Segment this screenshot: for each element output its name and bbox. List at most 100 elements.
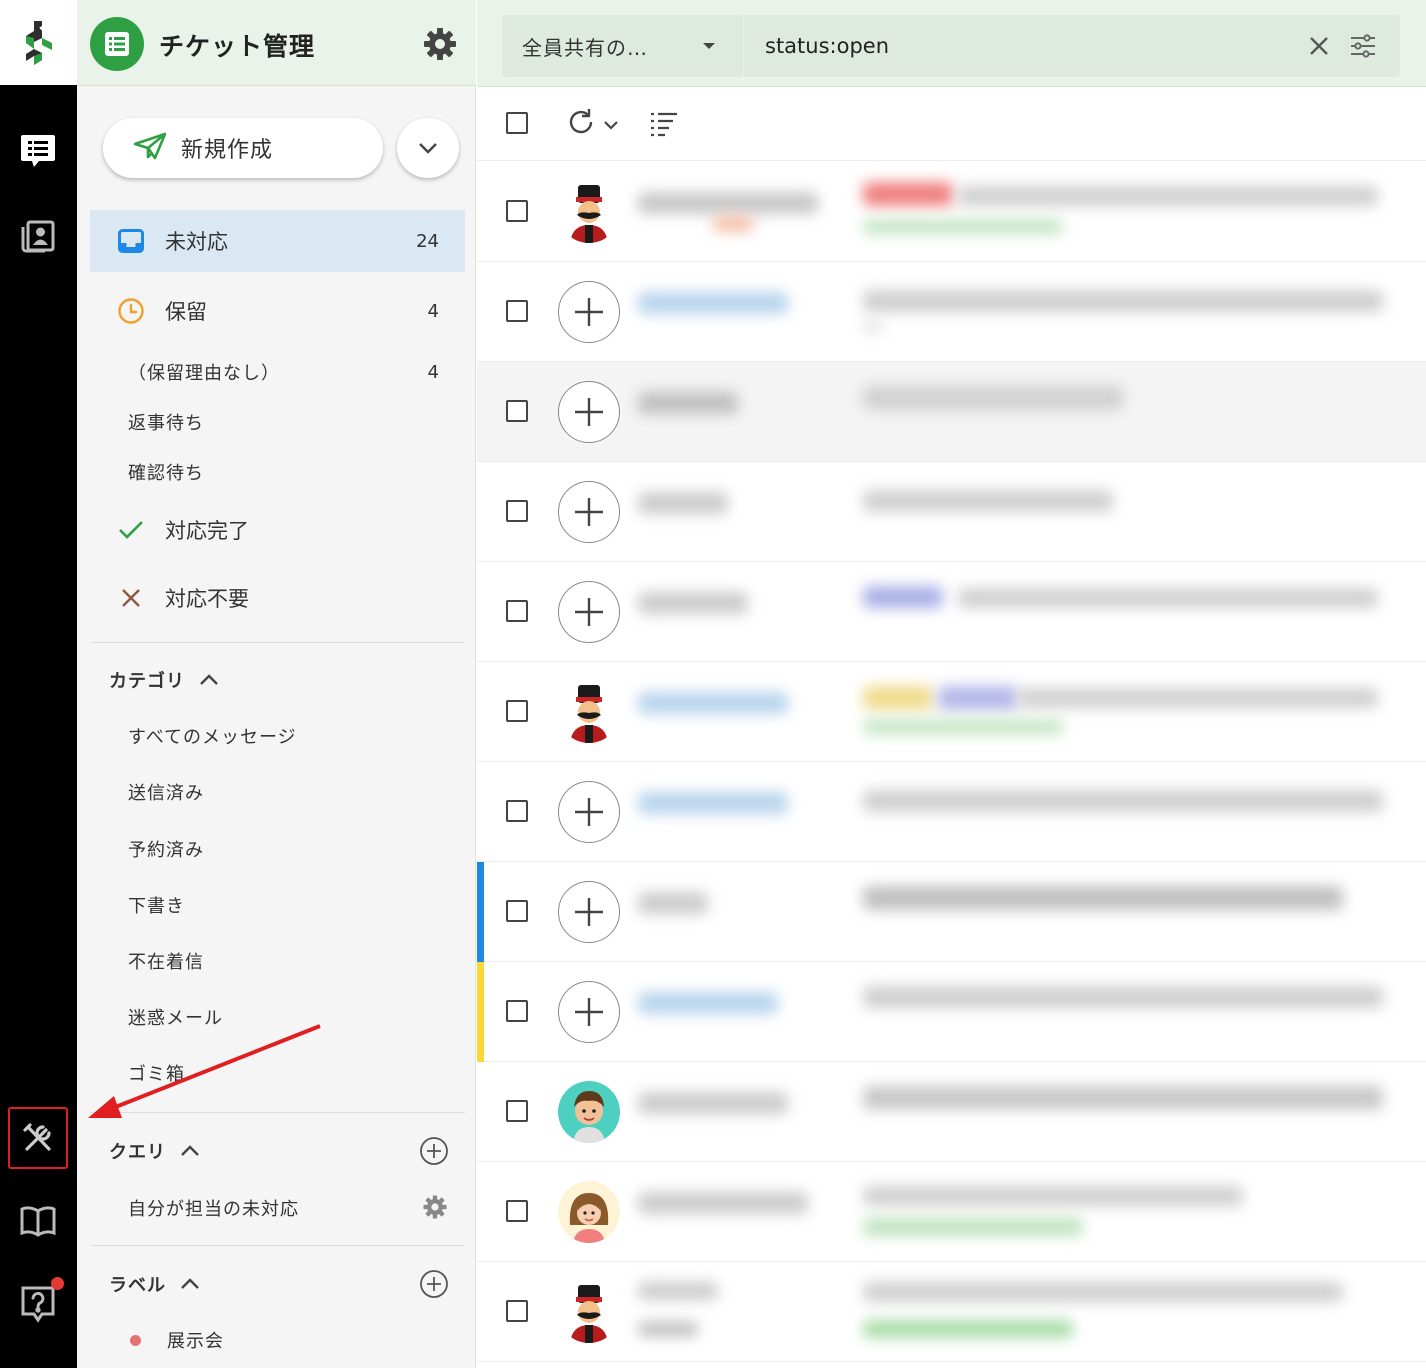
nav-item-unhandled[interactable]: 未対応 24 <box>90 210 465 272</box>
row-checkbox[interactable] <box>506 500 528 522</box>
blurred-ticket-preview <box>618 862 1426 962</box>
assign-user-button[interactable] <box>558 481 620 543</box>
blurred-ticket-preview <box>618 362 1426 462</box>
row-checkbox[interactable] <box>506 200 528 222</box>
send-icon <box>133 132 167 164</box>
ticket-row[interactable] <box>477 762 1426 862</box>
label-name: 展示会 <box>167 1331 224 1352</box>
blurred-text-block <box>863 1282 1343 1302</box>
ticket-row[interactable] <box>477 1162 1426 1262</box>
blurred-ticket-preview <box>618 962 1426 1062</box>
category-scheduled[interactable]: 予約済み <box>128 829 448 869</box>
row-checkbox[interactable] <box>506 300 528 322</box>
blurred-ticket-preview <box>618 1162 1426 1262</box>
assign-user-button[interactable] <box>558 381 620 443</box>
close-icon <box>116 583 146 613</box>
nav-item-resolved[interactable]: 対応完了 <box>90 500 465 560</box>
list-toolbar <box>477 87 1426 161</box>
search-input[interactable] <box>746 15 1286 77</box>
rail-contacts-button[interactable] <box>8 203 68 265</box>
nav-label: （保留理由なし） <box>128 363 280 384</box>
row-checkbox[interactable] <box>506 400 528 422</box>
rail-help-button[interactable] <box>8 1273 68 1335</box>
label-section-header[interactable]: ラベル <box>109 1264 449 1304</box>
sort-list-icon[interactable] <box>648 109 680 139</box>
new-ticket-dropdown-button[interactable] <box>397 118 459 178</box>
view-select-dropdown[interactable]: 全員共有の… <box>502 15 744 77</box>
close-icon[interactable] <box>1305 32 1333 60</box>
avatar <box>558 681 620 743</box>
ticket-row[interactable] <box>477 162 1426 262</box>
ticket-row[interactable] <box>477 1262 1426 1362</box>
ticket-row[interactable] <box>477 262 1426 362</box>
nav-subitem-no-reason[interactable]: （保留理由なし） 4 <box>128 350 465 394</box>
blurred-text-block <box>863 720 1063 734</box>
query-section-header[interactable]: クエリ <box>109 1131 449 1171</box>
row-checkbox[interactable] <box>506 1100 528 1122</box>
plus-icon <box>573 796 605 828</box>
gear-icon[interactable] <box>420 24 460 64</box>
gear-icon[interactable] <box>422 1194 448 1224</box>
nav-subitem-awaiting-confirmation[interactable]: 確認待ち <box>128 450 465 494</box>
row-checkbox[interactable] <box>506 700 528 722</box>
chevron-down-icon <box>603 115 619 134</box>
rail-ticket-button[interactable] <box>8 120 68 182</box>
query-my-unhandled[interactable]: 自分が担当の未対応 <box>128 1188 448 1228</box>
ticket-row[interactable] <box>477 662 1426 762</box>
blurred-text-block <box>863 986 1383 1008</box>
rail-tools-button[interactable] <box>8 1107 68 1169</box>
ticket-row[interactable] <box>477 1062 1426 1162</box>
ticket-row[interactable] <box>477 362 1426 462</box>
view-select-label: 全員共有の… <box>522 35 648 60</box>
contacts-icon <box>19 215 57 253</box>
select-all-checkbox[interactable] <box>506 112 528 134</box>
label-item-exhibition[interactable]: 展示会 <box>128 1320 448 1360</box>
assign-user-button[interactable] <box>558 581 620 643</box>
rail-manual-button[interactable] <box>8 1191 68 1253</box>
category-section-header[interactable]: カテゴリ <box>109 660 449 700</box>
blurred-ticket-preview <box>618 662 1426 762</box>
annotation-arrow <box>88 1024 321 1118</box>
refresh-button[interactable] <box>565 107 625 141</box>
category-drafts[interactable]: 下書き <box>128 885 448 925</box>
ticket-row[interactable] <box>477 862 1426 962</box>
nav-label: 確認待ち <box>128 463 204 484</box>
row-checkbox[interactable] <box>506 900 528 922</box>
ticket-row[interactable] <box>477 562 1426 662</box>
plus-icon <box>573 896 605 928</box>
blurred-text-block <box>638 792 788 814</box>
inbox-icon <box>116 226 146 256</box>
filter-settings-icon[interactable] <box>1347 30 1379 62</box>
category-sent[interactable]: 送信済み <box>128 772 448 812</box>
blurred-text-block <box>958 186 1378 206</box>
nav-count: 4 <box>427 361 439 383</box>
refresh-icon <box>565 106 597 142</box>
ticket-row[interactable] <box>477 462 1426 562</box>
row-checkbox[interactable] <box>506 800 528 822</box>
category-missed-calls[interactable]: 不在着信 <box>128 941 448 981</box>
blurred-text-block <box>863 322 883 332</box>
category-all-messages[interactable]: すべてのメッセージ <box>128 716 448 756</box>
avatar <box>558 1081 620 1143</box>
new-ticket-button[interactable]: 新規作成 <box>103 118 383 178</box>
category-label: すべてのメッセージ <box>128 727 297 748</box>
row-checkbox[interactable] <box>506 1200 528 1222</box>
label-color-dot <box>130 1334 141 1346</box>
avatar <box>558 181 620 243</box>
assign-user-button[interactable] <box>558 881 620 943</box>
row-checkbox[interactable] <box>506 600 528 622</box>
nav-subitem-awaiting-reply[interactable]: 返事待ち <box>128 400 465 444</box>
assign-user-button[interactable] <box>558 981 620 1043</box>
nav-item-not-needed[interactable]: 対応不要 <box>90 568 465 628</box>
ticket-row[interactable] <box>477 962 1426 1062</box>
nav-item-on-hold[interactable]: 保留 4 <box>90 280 465 342</box>
row-checkbox[interactable] <box>506 1000 528 1022</box>
status-color-bar <box>477 862 484 962</box>
row-checkbox[interactable] <box>506 1300 528 1322</box>
assign-user-button[interactable] <box>558 281 620 343</box>
add-query-icon[interactable] <box>419 1136 449 1166</box>
brand-logo-icon[interactable] <box>0 0 77 85</box>
check-icon <box>116 515 146 545</box>
assign-user-button[interactable] <box>558 781 620 843</box>
add-label-icon[interactable] <box>419 1269 449 1299</box>
